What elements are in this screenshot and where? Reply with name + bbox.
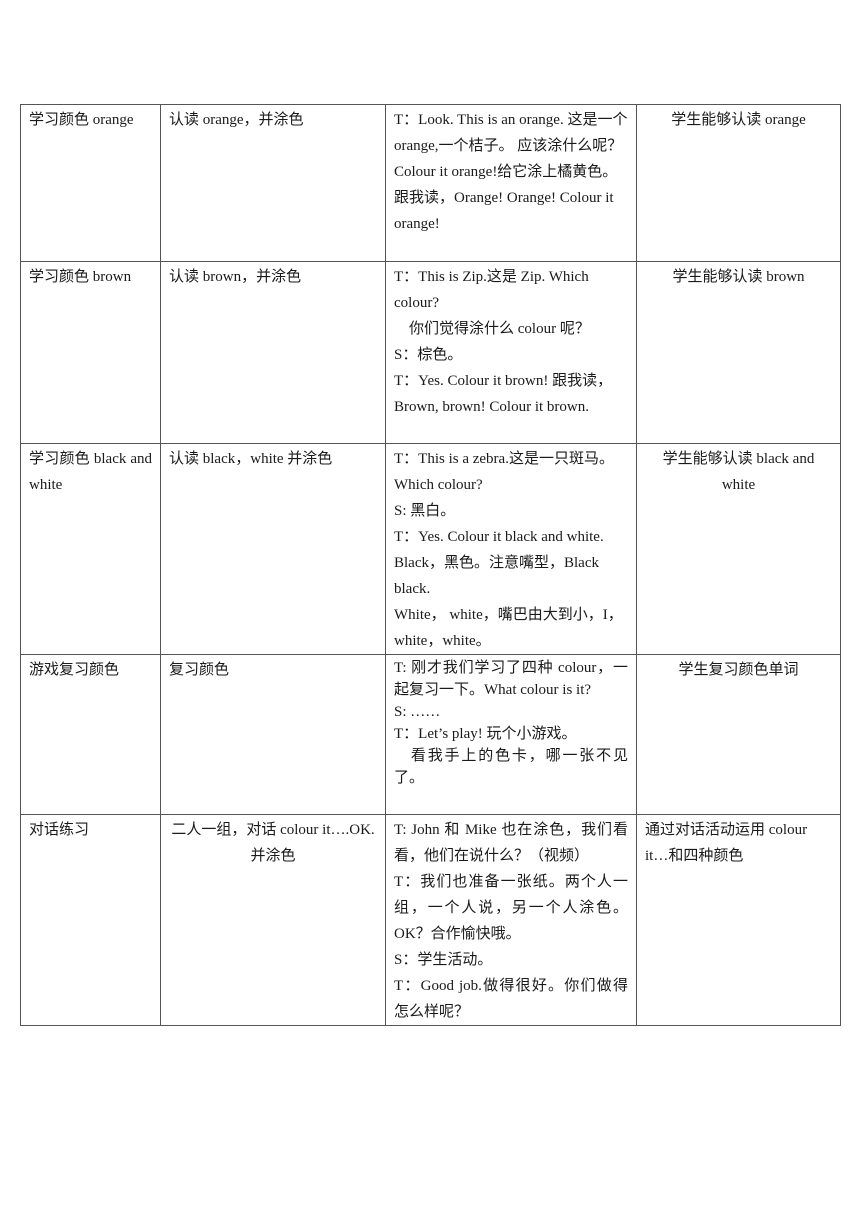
table-row: 对话练习 二人一组，对话 colour it….OK. 并涂色 T: John … [20, 814, 841, 1026]
dialogue-line: 你们觉得涂什么 colour 呢？ [394, 321, 590, 337]
activity-cell: 认读 brown，并涂色 [160, 261, 386, 444]
goal-cell: 通过对话活动运用 colour it…和四种颜色 [636, 814, 841, 1026]
dialogue-line: T：我们也准备一张纸。两个人一组，一个人说，另一个人涂色。OK？合作愉快哦。 [394, 874, 628, 942]
goal-cell: 学生能够认读 orange [636, 104, 841, 262]
table-row: 学习颜色 orange 认读 orange，并涂色 T：Look. This i… [20, 104, 841, 262]
dialogue-line: T：Yes. Colour it black and white. [394, 529, 604, 545]
step-cell: 学习颜色 black and white [20, 443, 161, 655]
dialogue-line: Black，黑色。注意嘴型，Black black. [394, 555, 599, 597]
dialogue-line: T：Good job.做得很好。你们做得怎么样呢？ [394, 978, 628, 1020]
goal-cell: 学生能够认读 black and white [636, 443, 841, 655]
table-row: 学习颜色 black and white 认读 black，white 并涂色 … [20, 443, 841, 655]
dialogue-line: 跟我读，Orange! Orange! Colour it orange! [394, 190, 614, 232]
dialogue-line: T：Yes. Colour it brown! 跟我读，Brown, brown… [394, 373, 613, 415]
dialogue-cell: T：This is a zebra.这是一只斑马。Which colour? S… [385, 443, 637, 655]
dialogue-line: T: John 和 Mike 也在涂色，我们看看，他们在说什么？（视频） [394, 822, 628, 864]
dialogue-line: White， white，嘴巴由大到小，I，white，white。 [394, 607, 623, 649]
dialogue-line: S: …… [394, 704, 441, 720]
activity-cell: 复习颜色 [160, 654, 386, 815]
dialogue-cell: T：Look. This is an orange. 这是一个 orange,一… [385, 104, 637, 262]
dialogue-line: T：Let’s play! 玩个小游戏。 [394, 726, 577, 742]
goal-cell: 学生复习颜色单词 [636, 654, 841, 815]
dialogue-cell: T：This is Zip.这是 Zip. Which colour? 你们觉得… [385, 261, 637, 444]
dialogue-line: S: 黑白。 [394, 503, 456, 519]
table-row: 学习颜色 brown 认读 brown，并涂色 T：This is Zip.这是… [20, 261, 841, 444]
dialogue-line: T：Look. This is an orange. 这是一个 orange,一… [394, 112, 628, 180]
goal-cell: 学生能够认读 brown [636, 261, 841, 444]
dialogue-line: T：This is Zip.这是 Zip. Which colour? [394, 269, 589, 311]
dialogue-line: S：学生活动。 [394, 952, 493, 968]
step-cell: 游戏复习颜色 [20, 654, 161, 815]
dialogue-line: T：This is a zebra.这是一只斑马。Which colour? [394, 451, 614, 493]
dialogue-cell: T: John 和 Mike 也在涂色，我们看看，他们在说什么？（视频） T：我… [385, 814, 637, 1026]
table-row: 游戏复习颜色 复习颜色 T: 刚才我们学习了四种 colour，一起复习一下。W… [20, 654, 841, 815]
step-cell: 学习颜色 orange [20, 104, 161, 262]
dialogue-line: T: 刚才我们学习了四种 colour，一起复习一下。What colour i… [394, 660, 628, 698]
step-cell: 对话练习 [20, 814, 161, 1026]
dialogue-line: S：棕色。 [394, 347, 463, 363]
step-cell: 学习颜色 brown [20, 261, 161, 444]
activity-cell: 认读 black，white 并涂色 [160, 443, 386, 655]
dialogue-cell: T: 刚才我们学习了四种 colour，一起复习一下。What colour i… [385, 654, 637, 815]
activity-cell: 二人一组，对话 colour it….OK. 并涂色 [160, 814, 386, 1026]
dialogue-line: 看我手上的色卡，哪一张不见了。 [394, 748, 628, 786]
lesson-plan-table: 学习颜色 orange 认读 orange，并涂色 T：Look. This i… [20, 104, 841, 1026]
activity-cell: 认读 orange，并涂色 [160, 104, 386, 262]
